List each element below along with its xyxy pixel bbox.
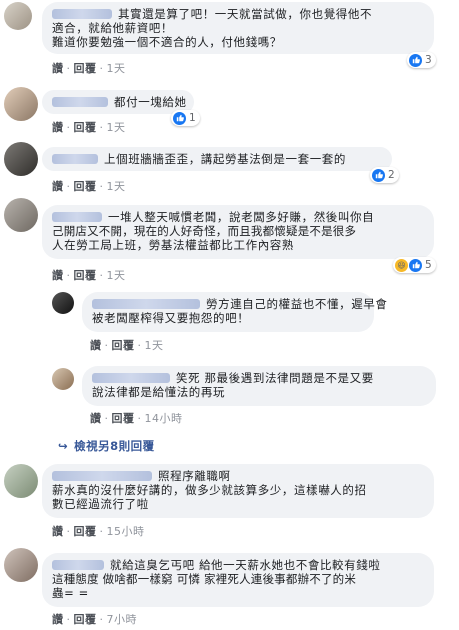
- reply-bubble: 勞方連自己的權益也不懂，遲早會 被老闆壓榨得又要抱怨的吧！: [82, 292, 387, 332]
- reply-link[interactable]: 回覆: [74, 269, 97, 282]
- avatar[interactable]: [4, 87, 38, 121]
- commenter-name[interactable]: [52, 560, 104, 570]
- reaction-count: 2: [388, 169, 395, 181]
- reply-link[interactable]: 回覆: [112, 412, 135, 425]
- timestamp[interactable]: 14小時: [145, 412, 183, 425]
- avatar[interactable]: [52, 368, 74, 390]
- reaction-count: 3: [425, 54, 432, 66]
- comment-actions: 讚 · 回覆 · 7小時: [52, 613, 138, 626]
- comment-actions: 讚 · 回覆 · 15小時: [52, 525, 145, 538]
- reply-link[interactable]: 回覆: [74, 613, 97, 626]
- comment-line: 這種態度 做啥都一樣窮 可憐 家裡死人連後事都辦不了的米: [52, 572, 357, 586]
- comment-bubble: 都付一塊給她: [42, 90, 194, 114]
- timestamp[interactable]: 7小時: [107, 613, 138, 626]
- comment-line: 一堆人整天喊慣老闆，說老闆多好賺，然後叫你自: [52, 210, 424, 224]
- comment-actions: 讚 · 回覆 · 1天: [52, 62, 126, 75]
- reaction-summary[interactable]: 😆 5: [393, 257, 436, 273]
- comment-actions: 讚 · 回覆 · 1天: [90, 339, 164, 352]
- like-link[interactable]: 讚: [52, 613, 64, 626]
- timestamp[interactable]: 1天: [107, 62, 126, 75]
- reply-link[interactable]: 回覆: [74, 180, 97, 193]
- comment-line: 其實還是算了吧！一天就當試做，你也覺得他不: [52, 7, 424, 21]
- avatar[interactable]: [4, 2, 32, 30]
- reaction-summary[interactable]: 1: [171, 110, 200, 126]
- commenter-name[interactable]: [52, 212, 102, 222]
- reaction-count: 1: [189, 112, 196, 124]
- commenter-name[interactable]: [52, 97, 108, 107]
- reaction-summary[interactable]: 2: [370, 167, 399, 183]
- like-link[interactable]: 讚: [52, 180, 64, 193]
- comment-line: 被老闆壓榨得又要抱怨的吧！: [92, 311, 250, 325]
- commenter-name[interactable]: [52, 9, 112, 19]
- timestamp[interactable]: 1天: [107, 269, 126, 282]
- avatar[interactable]: [4, 142, 38, 176]
- comment-line: 人在勞工局上班，勞基法權益都比工作內容熟: [52, 238, 294, 252]
- comment-actions: 讚 · 回覆 · 1天: [52, 121, 126, 134]
- commenter-name[interactable]: [92, 373, 170, 383]
- comment-line: 己開店又不開，現在的人好奇怪，而且我都懷疑是不是很多: [52, 224, 357, 238]
- like-reaction-icon: [372, 168, 385, 182]
- timestamp[interactable]: 1天: [145, 339, 164, 352]
- avatar[interactable]: [52, 292, 74, 314]
- reply-link[interactable]: 回覆: [74, 121, 97, 134]
- comment-bubble: 就給這臭乞丐吧 給他一天薪水她也不會比較有錢啦 這種態度 做啥都一樣窮 可憐 家…: [42, 553, 434, 607]
- comment-line: 難道你要勉強一個不適合的人，付他錢嗎？: [52, 35, 282, 49]
- comment-bubble: 一堆人整天喊慣老闆，說老闆多好賺，然後叫你自 己開店又不開，現在的人好奇怪，而且…: [42, 205, 434, 259]
- reaction-summary[interactable]: 3: [407, 52, 436, 68]
- like-link[interactable]: 讚: [52, 269, 64, 282]
- timestamp[interactable]: 1天: [107, 121, 126, 134]
- comment-actions: 讚 · 回覆 · 14小時: [90, 412, 183, 425]
- comment-line: 適合，就給他薪資吧！: [52, 21, 173, 35]
- timestamp[interactable]: 15小時: [107, 525, 145, 538]
- avatar[interactable]: [4, 548, 38, 582]
- view-more-replies-link[interactable]: ↪ 檢視另8則回覆: [58, 438, 155, 454]
- comment-line: 數已經過流行了啦: [52, 497, 149, 511]
- like-link[interactable]: 讚: [52, 525, 64, 538]
- comment-line: 上個班牆牆歪歪，講起勞基法倒是一套一套的: [52, 152, 382, 166]
- reply-arrow-icon: ↪: [58, 439, 69, 453]
- comment-line: 都付一塊給她: [52, 95, 186, 109]
- comment-line: 笑死 那最後遇到法律問題是不是又要: [92, 371, 426, 385]
- comment-line: 蟲= =: [52, 586, 89, 600]
- commenter-name[interactable]: [52, 471, 152, 481]
- commenter-name[interactable]: [52, 154, 98, 164]
- comment-line: 薪水真的沒什麼好講的，做多少就該算多少，這樣嚇人的招: [52, 483, 367, 497]
- like-link[interactable]: 讚: [90, 412, 102, 425]
- timestamp[interactable]: 1天: [107, 180, 126, 193]
- like-reaction-icon: [409, 258, 422, 272]
- like-link[interactable]: 讚: [90, 339, 102, 352]
- comment-bubble: 上個班牆牆歪歪，講起勞基法倒是一套一套的: [42, 147, 392, 171]
- comment-bubble: 其實還是算了吧！一天就當試做，你也覺得他不 適合，就給他薪資吧！ 難道你要勉強一…: [42, 2, 434, 54]
- comment-line: 就給這臭乞丐吧 給他一天薪水她也不會比較有錢啦: [52, 558, 424, 572]
- comment-line: 說法律都是給懂法的再玩: [92, 385, 226, 399]
- reaction-count: 5: [425, 259, 432, 271]
- like-link[interactable]: 讚: [52, 62, 64, 75]
- comment-line: 照程序離職啊: [52, 469, 424, 483]
- comment-line: 勞方連自己的權益也不懂，遲早會: [92, 297, 387, 311]
- reply-link[interactable]: 回覆: [74, 62, 97, 75]
- reply-link[interactable]: 回覆: [112, 339, 135, 352]
- comment-actions: 讚 · 回覆 · 1天: [52, 180, 126, 193]
- avatar[interactable]: [4, 464, 38, 498]
- like-reaction-icon: [409, 53, 422, 67]
- comment-bubble: 照程序離職啊 薪水真的沒什麼好講的，做多少就該算多少，這樣嚇人的招 數已經過流行…: [42, 464, 434, 518]
- reply-bubble: 笑死 那最後遇到法律問題是不是又要 說法律都是給懂法的再玩: [82, 366, 436, 406]
- commenter-name[interactable]: [92, 299, 200, 309]
- comment-actions: 讚 · 回覆 · 1天: [52, 269, 126, 282]
- haha-reaction-icon: 😆: [395, 258, 408, 272]
- like-link[interactable]: 讚: [52, 121, 64, 134]
- reply-link[interactable]: 回覆: [74, 525, 97, 538]
- avatar[interactable]: [4, 198, 38, 232]
- like-reaction-icon: [173, 111, 186, 125]
